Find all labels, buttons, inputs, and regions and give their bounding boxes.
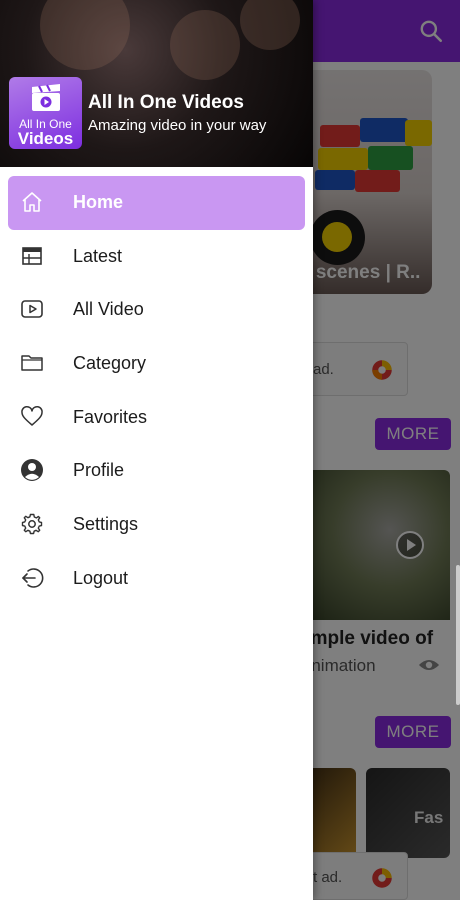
menu-item-label: Favorites xyxy=(73,406,148,427)
heart-icon xyxy=(21,405,43,426)
drawer-menu: Home Latest All Video Category Favorites… xyxy=(0,176,313,606)
menu-item-label: All Video xyxy=(73,299,144,320)
navigation-drawer: All In One Videos All In One Videos Amaz… xyxy=(0,0,313,900)
drawer-header: All In One Videos All In One Videos Amaz… xyxy=(0,0,313,167)
menu-item-label: Latest xyxy=(73,245,123,266)
folder-icon xyxy=(21,355,43,371)
app-tagline: Amazing video in your way xyxy=(88,117,267,134)
menu-item-logout[interactable]: Logout xyxy=(8,552,305,606)
home-icon xyxy=(22,192,42,212)
user-circle-icon xyxy=(21,459,43,482)
menu-item-profile[interactable]: Profile xyxy=(8,444,305,498)
menu-item-latest[interactable]: Latest xyxy=(8,230,305,284)
app-logo: All In One Videos xyxy=(9,77,82,149)
clapperboard-icon xyxy=(32,84,60,111)
menu-item-all-video[interactable]: All Video xyxy=(8,283,305,337)
video-play-icon xyxy=(21,300,43,319)
menu-item-label: Category xyxy=(73,353,147,374)
scrollbar[interactable] xyxy=(456,565,460,705)
gear-icon xyxy=(21,513,43,535)
app-title: All In One Videos xyxy=(88,92,244,113)
logo-text: Videos xyxy=(17,129,74,148)
calendar-icon xyxy=(22,246,42,265)
menu-item-label: Logout xyxy=(73,567,129,588)
menu-item-category[interactable]: Category xyxy=(8,337,305,391)
menu-item-label: Home xyxy=(73,192,124,212)
menu-item-label: Profile xyxy=(73,460,125,481)
menu-item-settings[interactable]: Settings xyxy=(8,498,305,552)
menu-item-home[interactable]: Home xyxy=(8,176,305,230)
menu-item-favorites[interactable]: Favorites xyxy=(8,391,305,445)
menu-item-label: Settings xyxy=(73,514,139,535)
logout-icon xyxy=(22,568,44,588)
